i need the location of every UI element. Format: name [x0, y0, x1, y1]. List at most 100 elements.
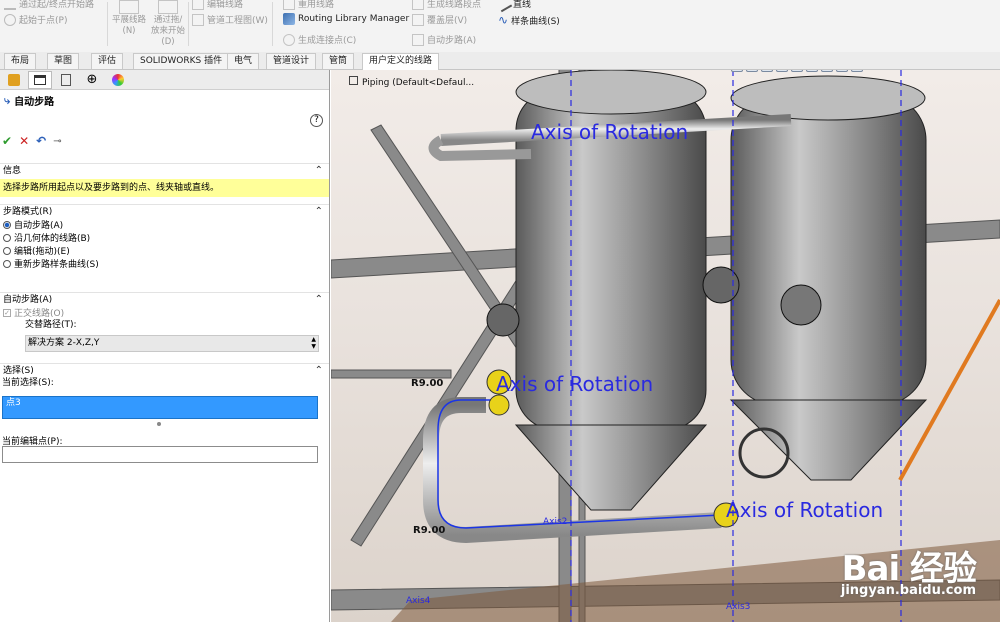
tab-layout[interactable]: 布局: [4, 53, 37, 69]
selection-header[interactable]: 选择(S) ⌃: [0, 363, 329, 377]
start-at-point-button[interactable]: 起始于点(P): [4, 13, 67, 26]
create-connection-point-button[interactable]: 生成连接点(C): [283, 33, 356, 46]
radio-edit-drag[interactable]: 编辑(拖动)(E): [0, 244, 329, 257]
auto-route-icon: [412, 33, 424, 46]
auto-route-section: 自动步路(A) ⌃ ✓ 正交线路(O) 交替路径(T):: [0, 292, 329, 332]
action-buttons: ✔ ✕ ↶ ⊸: [2, 134, 62, 148]
cover-icon: [412, 13, 424, 26]
reuse-icon: [283, 0, 295, 10]
pin-icon[interactable]: ⊸: [53, 136, 61, 147]
tab-user-defined-route[interactable]: 用户定义的线路: [362, 53, 440, 70]
edit-route-icon: [192, 0, 204, 10]
route-icon: [4, 0, 16, 10]
heads-up-view-toolbar: [731, 70, 863, 74]
ribbon-separator: [107, 2, 108, 46]
axis-name: Axis4: [406, 596, 431, 606]
display-style-icon[interactable]: [806, 70, 818, 72]
feature-manager-tab[interactable]: [2, 71, 26, 89]
alt-path-label: 交替路径(T):: [25, 320, 77, 330]
radius-dimension[interactable]: R9.00: [413, 525, 445, 536]
current-selection-list[interactable]: 点3: [2, 396, 318, 419]
routing-library-manager-button[interactable]: Routing Library Manager: [283, 13, 409, 25]
axis-label: Axis of Rotation: [531, 120, 689, 144]
axis-name: Axis2: [543, 517, 568, 527]
section-view-icon[interactable]: [776, 70, 788, 72]
spin-arrows-icon[interactable]: ▲ ▼: [311, 336, 316, 350]
tab-solidworks-addins[interactable]: SOLIDWORKS 插件: [133, 53, 230, 69]
graphics-viewport[interactable]: Piping (Default<Defaul... Axis of Rotati…: [331, 70, 1000, 622]
cancel-icon[interactable]: ✕: [19, 134, 29, 148]
hide-show-icon[interactable]: [821, 70, 833, 72]
collapse-caret-icon[interactable]: ⌃: [315, 293, 323, 307]
edit-appearance-icon[interactable]: [836, 70, 848, 72]
route-mode-header[interactable]: 步路模式(R) ⌃: [0, 204, 329, 218]
property-manager-tab[interactable]: [28, 70, 52, 89]
radio-icon: [3, 233, 11, 242]
solidworks-window: 通过起/终点开始路 起始于点(P) 平展线路(N) 通过拖/放来开始(D) 编辑…: [0, 0, 1000, 622]
radio-icon: [3, 246, 11, 255]
info-header[interactable]: 信息 ⌃: [0, 163, 329, 177]
resize-handle[interactable]: [157, 422, 161, 426]
display-manager-tab[interactable]: [106, 71, 130, 89]
flat-route-icon: [119, 0, 139, 14]
route-drag-drop-button[interactable]: 通过拖/放来开始(D): [150, 0, 186, 48]
watermark-url: jingyan.baidu.com: [840, 583, 976, 598]
collapse-caret-icon[interactable]: ⌃: [315, 364, 323, 378]
view-orientation-icon[interactable]: [791, 70, 803, 72]
tab-tubing[interactable]: 管筒: [322, 53, 355, 69]
route-mode-section: 步路模式(R) ⌃ 自动步路(A) 沿几何体的线路(B) 编辑(拖动)(E) 重新…: [0, 204, 329, 270]
line-button[interactable]: 直线: [495, 0, 531, 12]
tab-evaluate[interactable]: 评估: [91, 53, 124, 69]
auto-route-icon: ⤷: [4, 93, 11, 107]
tab-piping[interactable]: 管道设计: [266, 53, 317, 69]
collapse-caret-icon[interactable]: ⌃: [315, 205, 323, 219]
current-edit-point-input[interactable]: [2, 446, 318, 463]
auto-route-ribbon-button[interactable]: 自动步路(A): [412, 33, 476, 46]
manager-tab-strip: ⊕: [0, 70, 329, 90]
radius-dimension[interactable]: R9.00: [411, 378, 443, 389]
tab-sketch[interactable]: 草图: [47, 53, 80, 69]
scene-icon[interactable]: [851, 70, 863, 72]
right-vessel: [729, 75, 928, 481]
radio-along-geometry[interactable]: 沿几何体的线路(B): [0, 231, 329, 244]
configuration-manager-tab[interactable]: [54, 71, 78, 89]
ribbon-separator: [188, 2, 189, 46]
tab-electrical[interactable]: 电气: [227, 53, 260, 69]
undo-icon[interactable]: ↶: [36, 134, 46, 148]
library-icon: [283, 13, 295, 25]
alt-path-select[interactable]: 解决方案 2-X,Z,Y ▲ ▼: [25, 335, 319, 352]
auto-route-header[interactable]: 自动步路(A) ⌃: [0, 292, 329, 306]
radio-reroute-spline[interactable]: 重新步路样条曲线(S): [0, 257, 329, 270]
cover-layer-button[interactable]: 覆盖层(V): [412, 13, 467, 26]
radio-selected-icon: [3, 220, 11, 229]
command-tab-bar: 布局 草图 评估 SOLIDWORKS 插件 电气 管道设计 管筒 用户定义的线…: [0, 52, 1000, 70]
route-start-end-button[interactable]: 通过起/终点开始路: [4, 0, 94, 10]
current-selection-label: 当前选择(S):: [2, 378, 54, 388]
orthogonal-route-checkbox[interactable]: ✓ 正交线路(O): [0, 306, 329, 319]
spline-button[interactable]: ∿ 样条曲线(S): [498, 13, 560, 27]
axis-label: Axis of Rotation: [496, 372, 654, 396]
tube-drawing-button[interactable]: 管道工程图(W): [192, 13, 268, 26]
drawing-icon: [192, 13, 204, 26]
help-icon[interactable]: ?: [310, 114, 323, 127]
feature-tree-flyout[interactable]: Piping (Default<Defaul...: [349, 76, 474, 88]
edit-route-button[interactable]: 编辑线路: [192, 0, 243, 10]
segment-icon: [412, 0, 424, 10]
flat-route-button[interactable]: 平展线路(N): [112, 0, 146, 37]
command-manager-ribbon: 通过起/终点开始路 起始于点(P) 平展线路(N) 通过拖/放来开始(D) 编辑…: [0, 0, 1000, 52]
axis-name: Axis3: [726, 602, 751, 612]
reuse-route-button[interactable]: 重用线路: [283, 0, 334, 10]
crosshair-icon: ⊕: [86, 72, 98, 87]
route-segment-button[interactable]: 生成线路段点: [412, 0, 481, 10]
ok-icon[interactable]: ✔: [2, 134, 12, 148]
zoom-to-fit-icon[interactable]: [731, 70, 743, 72]
radio-auto-route[interactable]: 自动步路(A): [0, 218, 329, 231]
dimxpert-manager-tab[interactable]: ⊕: [80, 71, 104, 89]
previous-view-icon[interactable]: [761, 70, 773, 72]
collapse-caret-icon[interactable]: ⌃: [315, 164, 323, 178]
property-manager-title: ⤷ 自动步路: [4, 93, 55, 109]
zoom-area-icon[interactable]: [746, 70, 758, 72]
configuration-icon: [61, 73, 71, 86]
info-message: 选择步路所用起点以及要步路到的点、线夹轴或直线。: [0, 179, 329, 197]
axis-label: Axis of Rotation: [726, 498, 884, 522]
